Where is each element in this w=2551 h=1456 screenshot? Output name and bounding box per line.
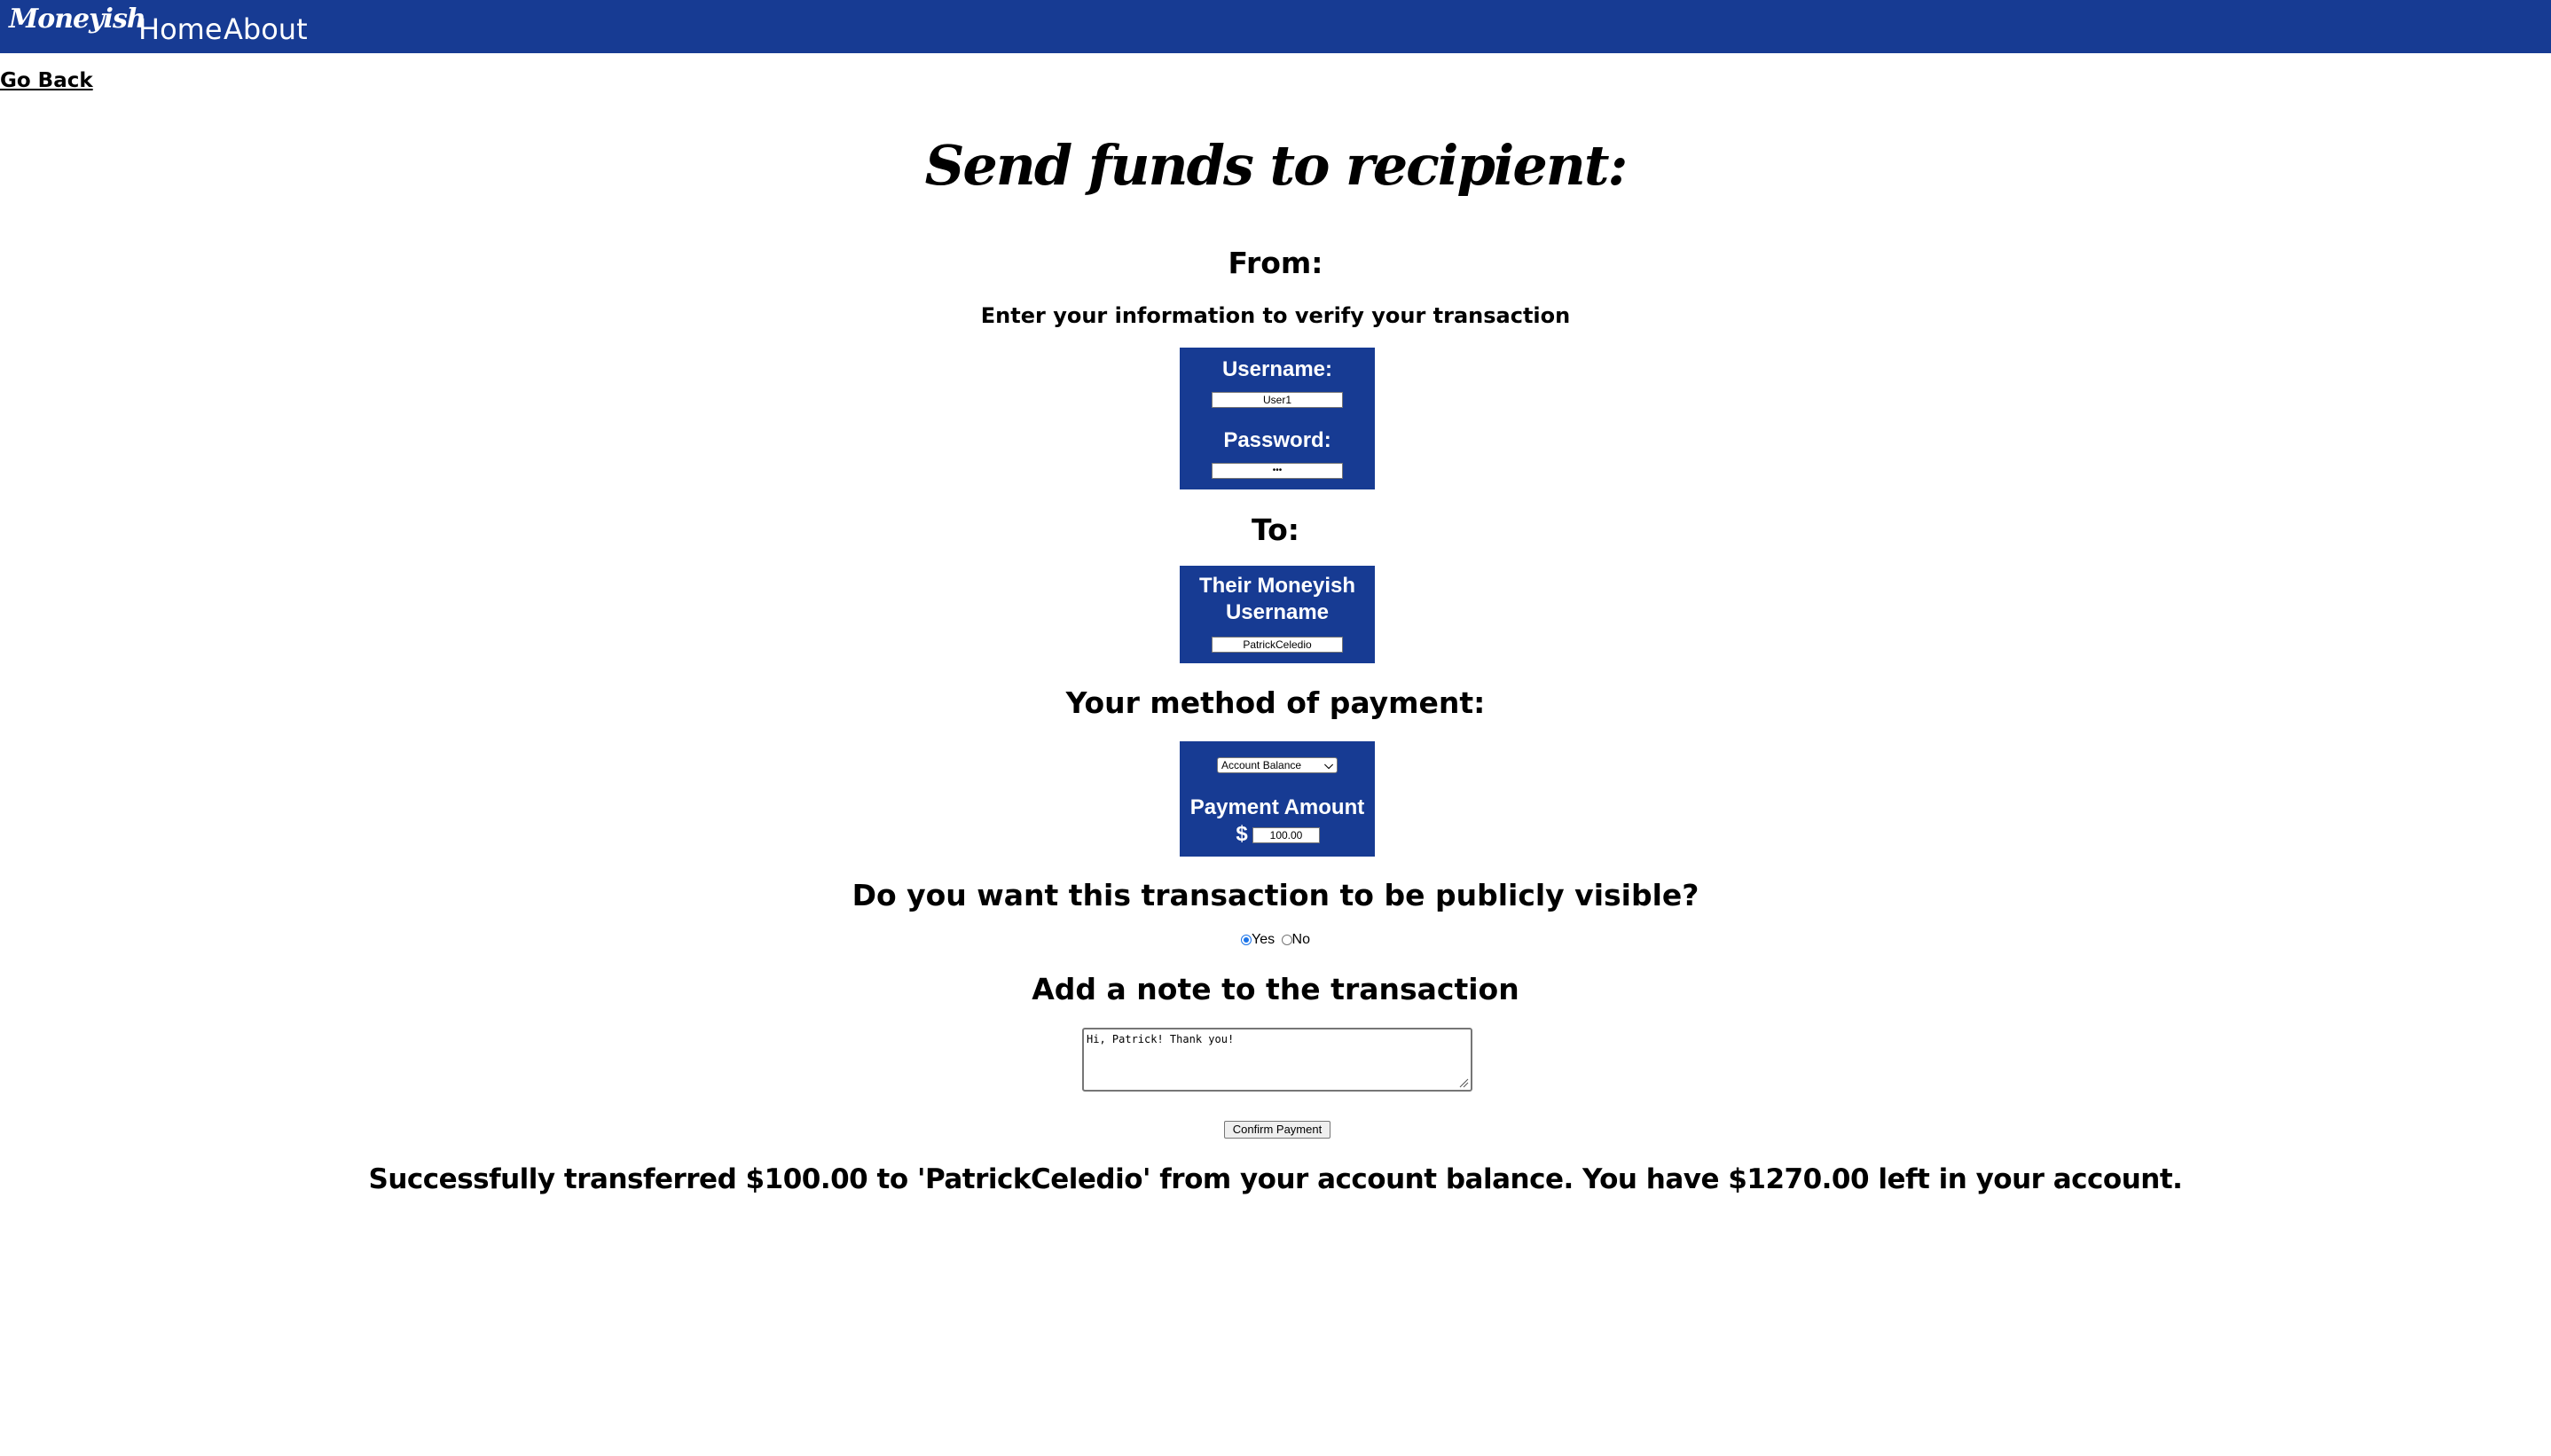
note-textarea[interactable]: Hi, Patrick! Thank you! [1082, 1028, 1472, 1092]
password-input[interactable]: ••• [1212, 463, 1343, 479]
note-heading: Add a note to the transaction [1032, 972, 1519, 1006]
payment-method-selected: Account Balance [1221, 759, 1302, 771]
payment-panel: Account Balance ⌵ Payment Amount $ 100.0… [1180, 741, 1375, 857]
from-heading: From: [1228, 246, 1323, 280]
confirm-payment-button[interactable]: Confirm Payment [1224, 1121, 1330, 1139]
payment-amount-label: Payment Amount [1189, 795, 1365, 819]
recipient-username-input[interactable]: PatrickCeledio [1212, 637, 1343, 653]
nav-link-about[interactable]: About [224, 12, 308, 46]
credentials-panel: Username: User1 Password: ••• [1180, 348, 1375, 489]
visibility-options: Yes No [0, 932, 2551, 948]
page-title: Send funds to recipient: [924, 133, 1629, 198]
payment-heading: Your method of payment: [1065, 685, 1486, 720]
chevron-down-icon: ⌵ [1324, 758, 1333, 771]
go-back-link[interactable]: Go Back [0, 69, 93, 92]
visibility-yes-radio[interactable] [1240, 935, 1252, 945]
resize-grip-icon[interactable] [1458, 1077, 1469, 1088]
success-message: Successfully transferred $100.00 to 'Pat… [368, 1163, 2183, 1195]
recipient-panel: Their Moneyish Username PatrickCeledio [1180, 566, 1375, 663]
username-input[interactable]: User1 [1212, 392, 1343, 408]
payment-method-select[interactable]: Account Balance ⌵ [1217, 757, 1338, 773]
logo[interactable]: Moneyish [9, 4, 146, 35]
to-heading: To: [1252, 513, 1299, 547]
visibility-yes-label[interactable]: Yes [1252, 932, 1275, 947]
from-subheading: Enter your information to verify your tr… [980, 303, 1571, 328]
nav-link-home[interactable]: Home [138, 12, 223, 46]
visibility-no-label[interactable]: No [1292, 932, 1310, 947]
recipient-label-line2: Username [1225, 600, 1330, 624]
visibility-no-radio[interactable] [1281, 935, 1292, 945]
payment-amount-input[interactable]: 100.00 [1252, 827, 1320, 843]
note-text: Hi, Patrick! Thank you! [1087, 1033, 1235, 1045]
currency-symbol: $ [1236, 822, 1248, 846]
recipient-label-line1: Their Moneyish [1198, 574, 1356, 598]
password-label: Password: [1223, 428, 1331, 452]
visibility-heading: Do you want this transaction to be publi… [852, 878, 1699, 912]
username-label: Username: [1221, 357, 1333, 381]
navbar: Moneyish Home About [0, 0, 2551, 53]
